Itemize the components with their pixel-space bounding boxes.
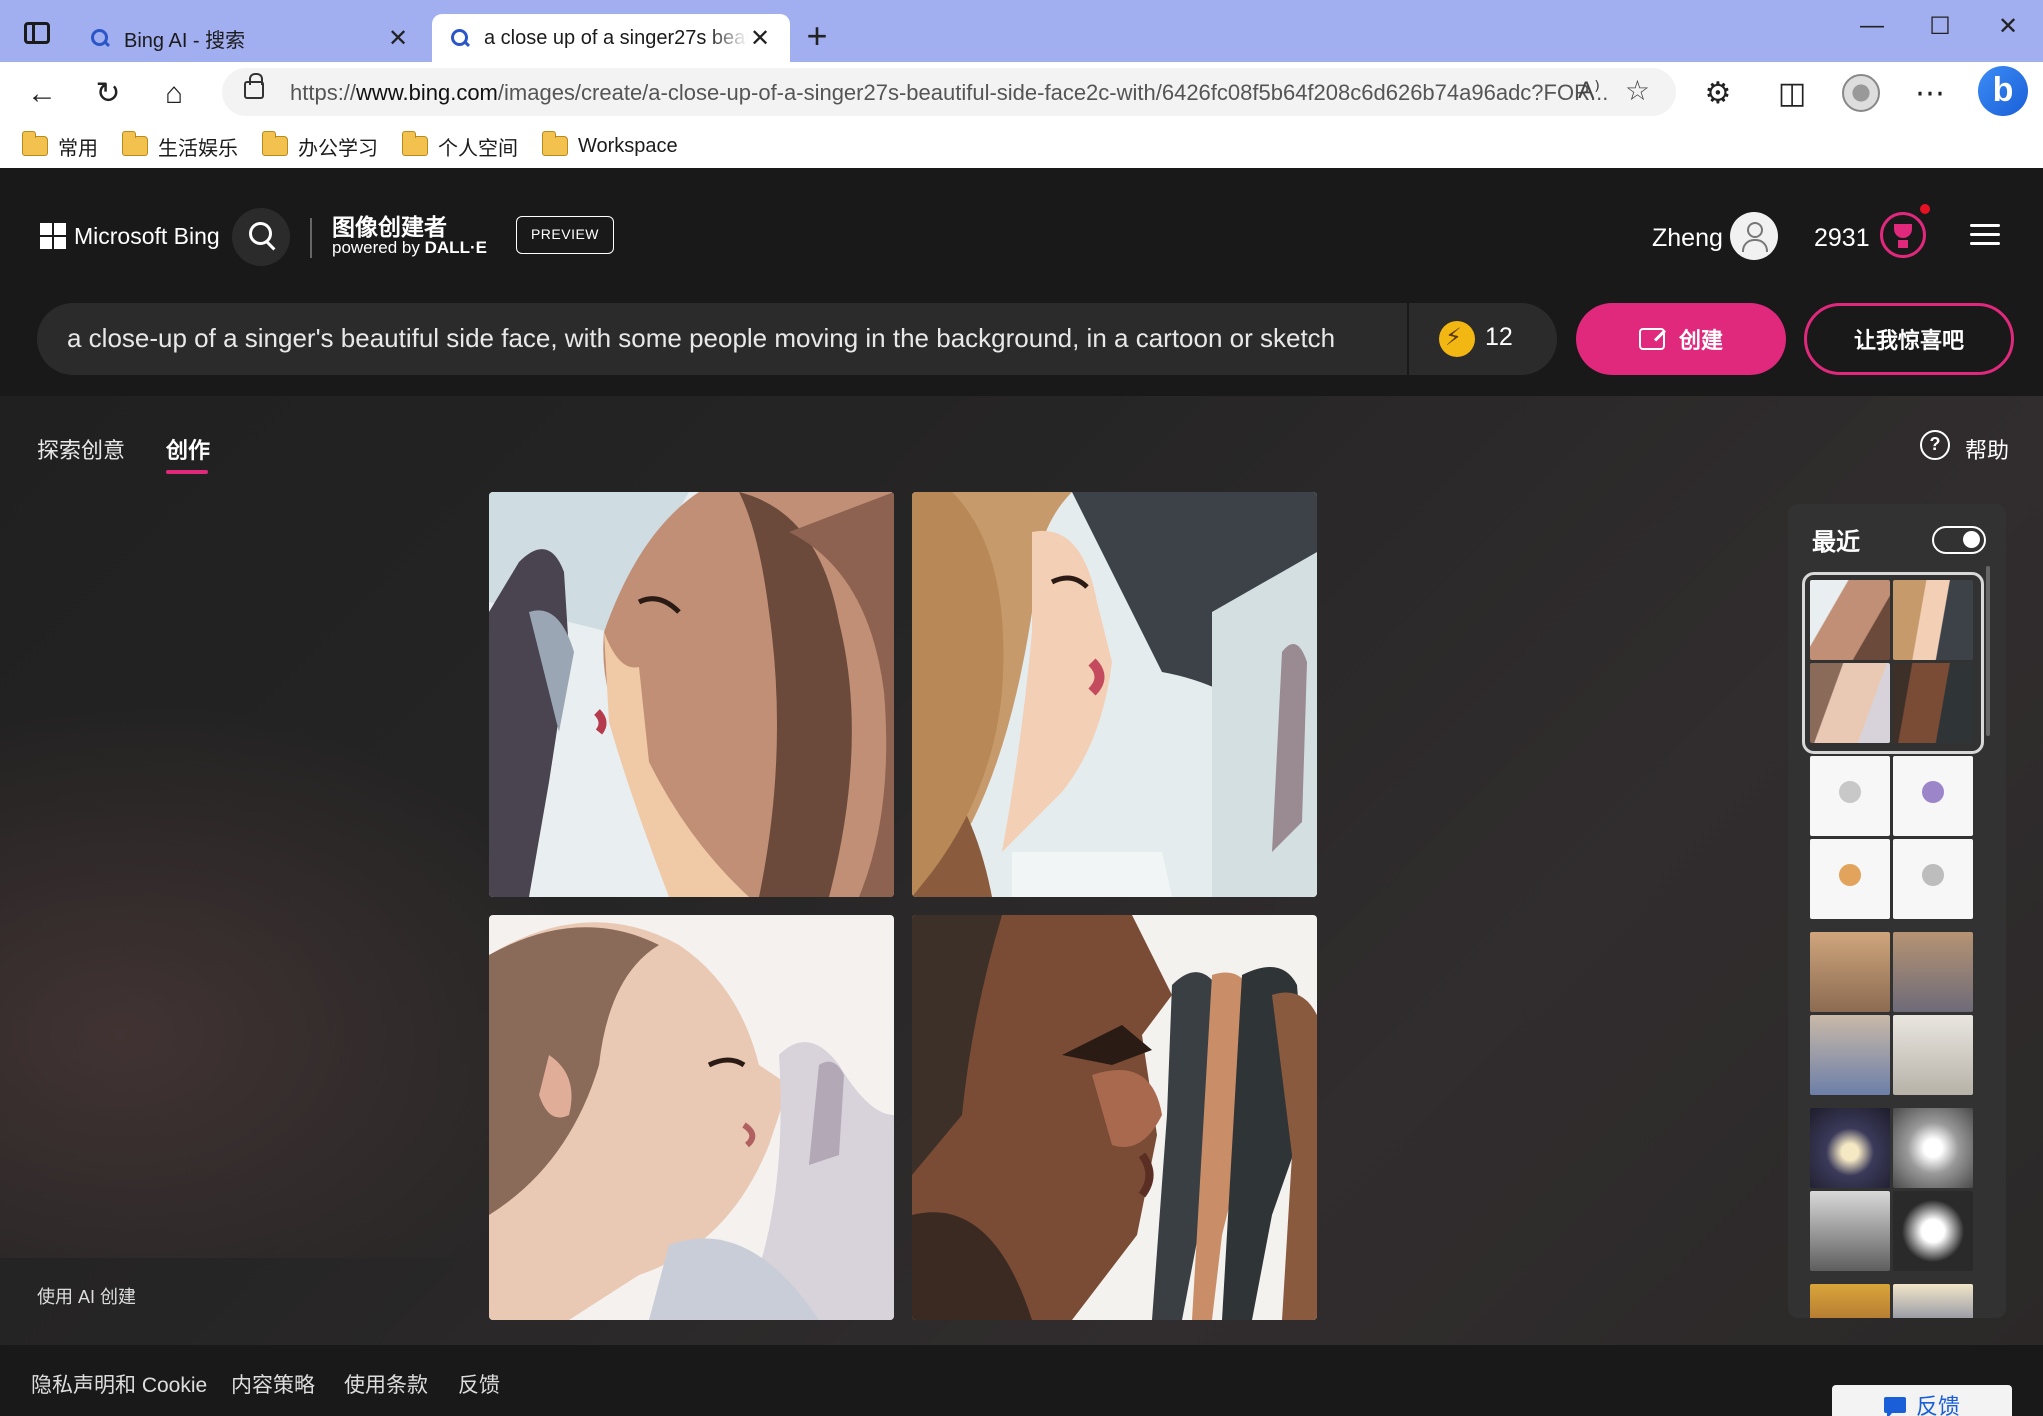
new-tab-icon[interactable]: + bbox=[800, 16, 834, 56]
bookmark-folder[interactable]: 生活娱乐 bbox=[121, 131, 238, 161]
minimize-icon[interactable]: — bbox=[1852, 12, 1892, 40]
tab-create[interactable]: 创作 bbox=[166, 433, 210, 465]
bing-chat-icon[interactable]: b bbox=[1978, 66, 2028, 116]
maximize-icon[interactable]: ☐ bbox=[1920, 12, 1960, 41]
recent-set-current[interactable] bbox=[1802, 572, 1984, 754]
rewards-points[interactable]: 2931 bbox=[1814, 224, 1870, 253]
tab-actions-icon[interactable] bbox=[24, 22, 50, 44]
lock-icon[interactable] bbox=[244, 73, 264, 99]
user-name[interactable]: Zheng bbox=[1652, 224, 1723, 253]
generated-image-4[interactable] bbox=[912, 915, 1317, 1320]
recent-set-crowd[interactable] bbox=[1810, 932, 1976, 1098]
address-bar[interactable]: https://www.bing.com/images/create/a-clo… bbox=[222, 68, 1676, 116]
bing-brand[interactable]: Microsoft Bing bbox=[74, 223, 220, 250]
profile-avatar[interactable] bbox=[1842, 74, 1880, 112]
help-icon[interactable]: ? bbox=[1920, 430, 1950, 460]
url-text[interactable]: https://www.bing.com/images/create/a-clo… bbox=[290, 80, 1608, 106]
image-creator-page: Microsoft Bing 图像创建者 powered by DALL·E P… bbox=[0, 168, 2043, 1416]
tab-image-create[interactable]: a close up of a singer27s beautiful ✕ bbox=[432, 14, 790, 62]
recent-set-stage[interactable] bbox=[1810, 1108, 1976, 1274]
folder-icon bbox=[21, 131, 48, 156]
home-icon[interactable]: ⌂ bbox=[154, 74, 194, 114]
search-favicon-icon bbox=[450, 28, 470, 48]
generated-image-1[interactable] bbox=[489, 492, 894, 897]
folder-icon bbox=[541, 131, 568, 156]
preview-badge: PREVIEW bbox=[516, 216, 614, 254]
folder-icon bbox=[401, 131, 428, 156]
search-icon[interactable] bbox=[232, 208, 290, 266]
header-divider bbox=[310, 218, 312, 258]
footer-link-privacy[interactable]: 隐私声明和 Cookie bbox=[31, 1369, 207, 1399]
recent-set-posters[interactable] bbox=[1810, 1284, 1976, 1318]
prompt-divider bbox=[1407, 303, 1409, 375]
browser-tab-bar: Bing AI - 搜索 ✕ a close up of a singer27s… bbox=[0, 0, 2043, 62]
back-icon[interactable]: ← bbox=[22, 74, 62, 114]
recent-title: 最近 bbox=[1812, 529, 1860, 556]
bookmark-folder[interactable]: Workspace bbox=[541, 131, 678, 158]
recent-set-dancers[interactable] bbox=[1810, 756, 1976, 922]
prompt-text[interactable]: a close-up of a singer's beautiful side … bbox=[67, 323, 1335, 354]
split-screen-icon[interactable]: ◫ bbox=[1772, 74, 1812, 114]
close-tab-icon[interactable]: ✕ bbox=[386, 24, 410, 53]
add-favorite-icon[interactable]: ☆ bbox=[1625, 74, 1650, 107]
generated-image-2[interactable] bbox=[912, 492, 1317, 897]
folder-icon bbox=[261, 131, 288, 156]
bookmarks-bar: 常用 生活娱乐 办公学习 个人空间 Workspace bbox=[0, 124, 2043, 168]
feedback-icon bbox=[1883, 1397, 1906, 1416]
boost-lightning-icon bbox=[1439, 321, 1475, 357]
create-button[interactable]: 创建 bbox=[1576, 303, 1786, 375]
tab-bing-ai[interactable]: Bing AI - 搜索 ✕ bbox=[72, 14, 428, 62]
feedback-button[interactable]: 反馈 bbox=[1832, 1385, 2012, 1416]
menu-icon[interactable] bbox=[1970, 224, 2000, 246]
bookmark-folder[interactable]: 个人空间 bbox=[401, 131, 518, 161]
bookmark-folder[interactable]: 常用 bbox=[21, 131, 98, 161]
generated-image-3[interactable] bbox=[489, 915, 894, 1320]
extensions-icon[interactable]: ⚙ bbox=[1698, 74, 1738, 114]
page-footer: 隐私声明和 Cookie 内容策略 使用条款 反馈 反馈 bbox=[0, 1345, 2043, 1416]
tab-title: Bing AI - 搜索 bbox=[124, 29, 246, 52]
more-icon[interactable]: ⋯ bbox=[1910, 74, 1950, 114]
surprise-me-button[interactable]: 让我惊喜吧 bbox=[1804, 303, 2014, 375]
footer-link-terms[interactable]: 使用条款 bbox=[344, 1369, 428, 1399]
footer-link-content-policy[interactable]: 内容策略 bbox=[231, 1369, 315, 1399]
create-image-icon bbox=[1638, 328, 1665, 350]
page-header: Microsoft Bing 图像创建者 powered by DALL·E P… bbox=[0, 168, 2043, 396]
recent-toggle[interactable] bbox=[1932, 526, 1986, 554]
help-link[interactable]: 帮助 bbox=[1965, 433, 2009, 465]
product-title[interactable]: 图像创建者 bbox=[332, 208, 447, 242]
bookmark-folder[interactable]: 办公学习 bbox=[261, 131, 378, 161]
microsoft-logo-icon[interactable] bbox=[40, 223, 66, 249]
user-avatar-icon[interactable] bbox=[1730, 212, 1778, 260]
close-tab-icon[interactable]: ✕ bbox=[748, 24, 772, 53]
recent-scrollbar[interactable] bbox=[1986, 566, 1990, 736]
folder-icon bbox=[121, 131, 148, 156]
boost-count: 12 bbox=[1485, 323, 1513, 351]
recent-panel: 最近 bbox=[1788, 504, 2006, 1318]
prompt-input[interactable]: a close-up of a singer's beautiful side … bbox=[37, 303, 1557, 375]
browser-toolbar: ← ↻ ⌂ https://www.bing.com/images/create… bbox=[0, 62, 2043, 124]
search-favicon-icon bbox=[90, 28, 110, 48]
powered-by: powered by DALL·E bbox=[332, 238, 487, 257]
close-window-icon[interactable]: ✕ bbox=[1988, 12, 2028, 41]
active-tab-indicator bbox=[166, 470, 208, 474]
ai-created-note: 使用 AI 创建 bbox=[37, 1287, 137, 1307]
tab-explore[interactable]: 探索创意 bbox=[37, 433, 125, 465]
read-aloud-icon[interactable]: A⁾ bbox=[1578, 76, 1600, 105]
footer-link-feedback[interactable]: 反馈 bbox=[458, 1369, 500, 1399]
rewards-trophy-icon[interactable] bbox=[1880, 212, 1926, 258]
refresh-icon[interactable]: ↻ bbox=[88, 74, 128, 114]
notification-dot bbox=[1920, 204, 1930, 214]
tab-title: a close up of a singer27s beautiful bbox=[484, 26, 748, 49]
